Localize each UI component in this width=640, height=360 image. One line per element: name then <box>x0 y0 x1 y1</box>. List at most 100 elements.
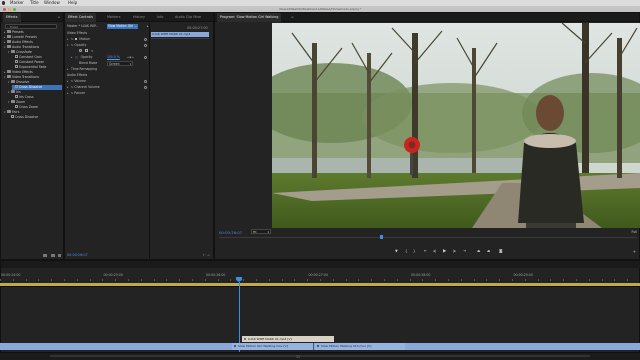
minimize-window-icon[interactable] <box>8 7 11 11</box>
play-icon[interactable]: ▶ <box>443 249 446 254</box>
folder-icon <box>11 80 15 83</box>
panel-menu-icon[interactable]: ≡ <box>291 13 294 22</box>
go-to-in-icon[interactable]: ⇤ <box>424 249 427 253</box>
folder-icon <box>11 50 15 53</box>
expand-arrow-icon[interactable]: ▸ <box>67 67 70 72</box>
export-icon[interactable]: ⇥ <box>207 253 210 257</box>
zoom-window-icon[interactable] <box>13 7 16 11</box>
step-forward-icon[interactable]: |▸ <box>453 249 456 253</box>
video-frame[interactable] <box>272 23 640 228</box>
volume-reset-icon[interactable] <box>144 80 147 83</box>
mark-in-icon[interactable]: { <box>405 249 407 253</box>
mask-tools: ✎ <box>79 49 93 54</box>
ruler-tick <box>268 279 270 281</box>
timeline-zoom-scrollbar[interactable] <box>50 355 590 357</box>
folder-icon <box>11 100 15 103</box>
step-back-icon[interactable]: ◂| <box>433 249 436 253</box>
keyframe-nav-icon[interactable]: ◂ ◆ ▸ <box>127 55 134 60</box>
new-custom-bin-icon[interactable] <box>51 254 55 257</box>
scrub-playhead[interactable] <box>380 235 383 239</box>
master-clip-label[interactable]: Master * LUAK WIP... <box>67 24 98 29</box>
expand-arrow-icon[interactable]: ▸ <box>71 55 74 60</box>
rectangle-mask-icon[interactable] <box>84 49 88 52</box>
timeline-clip-a[interactable]: Slow Motion Girl Walking.mov [V] <box>232 343 314 350</box>
expand-arrow-icon[interactable]: ▸ <box>67 91 70 96</box>
export-frame-icon[interactable]: ◙ <box>499 249 503 253</box>
volume-label: Volume <box>74 79 86 83</box>
tab-info[interactable]: Info <box>157 13 163 22</box>
panel-menu-icon[interactable]: ≡ <box>57 15 60 19</box>
time-remapping-row[interactable]: ▸ Time Remapping <box>67 67 97 72</box>
effect-preset-icon <box>15 95 18 98</box>
opacity-value[interactable]: 100.0 % <box>107 55 120 60</box>
motion-reset-icon[interactable] <box>144 38 147 41</box>
channel-volume-reset-icon[interactable] <box>144 86 147 89</box>
timeline-playhead-line[interactable] <box>238 282 240 352</box>
mark-out-icon[interactable]: } <box>413 249 415 253</box>
pen-mask-icon[interactable]: ✎ <box>91 49 94 53</box>
ruler-timecode-label: 00:00:28:00 <box>411 273 431 277</box>
ec-timecode-top: 00:00:27:00 <box>187 26 208 30</box>
close-window-icon[interactable] <box>3 7 6 11</box>
effects-tree-item-label: Lumetri Presets <box>12 35 37 39</box>
effects-tree-item[interactable]: Cross Dissolve <box>8 115 38 120</box>
tab-audio-clip-mixer[interactable]: Audio Clip Mixe <box>175 13 201 22</box>
effect-preset-icon <box>15 55 18 58</box>
effect-controls-tab-row: Effect Controls Markers History Info Aud… <box>65 13 213 22</box>
new-bin-icon[interactable] <box>43 254 47 257</box>
add-button-icon[interactable]: + <box>633 249 636 254</box>
channel-volume-row[interactable]: ▸ fx Channel Volume <box>67 85 100 90</box>
zoom-level-select[interactable]: Fit ▾ <box>251 229 271 234</box>
timeline-clip-b[interactable]: Slow Motion Walking 013.mov [V] <box>315 343 405 350</box>
ruler-tick <box>89 279 91 281</box>
blend-mode-select[interactable]: Screen ▾ <box>107 61 133 66</box>
playback-resolution[interactable]: Full <box>632 230 637 234</box>
opacity-row[interactable]: ▾ fx Opacity <box>67 43 86 48</box>
ellipse-mask-icon[interactable] <box>79 49 82 52</box>
go-to-out-icon[interactable]: ⇥ <box>463 249 466 253</box>
delete-icon[interactable] <box>58 254 61 257</box>
timeline-clip-upper[interactable]: LUAK WIPE MARK 01.mp4 [V] <box>242 336 334 342</box>
transport-controls: ▼ { } ⇤ ◂| ▶ |▸ ⇥ ⏏ ⏏ ◙ <box>395 249 535 255</box>
tab-effects[interactable]: Effects <box>3 13 21 22</box>
ruler-tick <box>396 279 398 281</box>
effects-search-input[interactable]: ⌕ Enter <box>5 24 57 29</box>
extract-icon[interactable]: ⏏ <box>487 249 490 253</box>
ruler-tick <box>51 279 53 281</box>
effect-preset-icon <box>15 105 18 108</box>
expand-arrow-icon[interactable]: ▸ <box>67 85 70 90</box>
ec-timecode-bottom[interactable]: 00:00:26:07 <box>67 253 88 257</box>
lift-icon[interactable]: ⏏ <box>477 249 480 253</box>
add-marker-icon[interactable]: ▼ <box>395 249 398 253</box>
panner-row[interactable]: ▸ fx Panner <box>67 91 85 96</box>
scrub-bar[interactable] <box>219 237 637 238</box>
filter-icon[interactable]: ▾ <box>203 253 205 257</box>
collapse-arrow-icon[interactable]: ▾ <box>67 43 70 48</box>
tab-history[interactable]: History <box>133 13 145 22</box>
expand-arrow-icon[interactable]: ▸ <box>67 37 70 42</box>
ruler-tick <box>486 279 488 281</box>
volume-row[interactable]: ▸ fx Volume <box>67 79 86 84</box>
sequence-clip-label[interactable]: Slow Motion Girl ... <box>107 24 139 29</box>
zoom-level-value: Fit <box>253 230 257 234</box>
stopwatch-icon[interactable]: ◷ <box>75 55 78 59</box>
tab-program[interactable]: Program: Slow Motion Girl Walking <box>217 13 282 22</box>
ec-clip-bar[interactable]: LUAK WIPE MARK 01.mp4 <box>151 32 209 37</box>
ruler-tick <box>204 279 206 281</box>
panner-label: Panner <box>74 91 86 95</box>
expand-arrow-icon[interactable]: ▸ <box>67 79 70 84</box>
ruler-tick <box>243 279 245 281</box>
fx-icon[interactable]: fx <box>71 38 73 41</box>
effect-preset-icon <box>15 85 18 88</box>
opacity-reset-icon[interactable] <box>144 44 147 47</box>
ruler-tick <box>550 279 552 281</box>
motion-row[interactable]: ▸ fx Motion <box>67 37 90 42</box>
tab-markers[interactable]: Markers <box>107 13 121 22</box>
timeline-footer-label: 11 <box>296 355 301 359</box>
blend-mode-value: Screen <box>109 62 120 66</box>
program-timecode[interactable]: 00:00:26:07 <box>219 230 242 235</box>
folder-icon <box>7 75 11 78</box>
opacity-prop-reset-icon[interactable] <box>144 56 147 59</box>
ruler-tick <box>448 279 449 281</box>
tab-effect-controls[interactable]: Effect Controls <box>65 13 96 22</box>
